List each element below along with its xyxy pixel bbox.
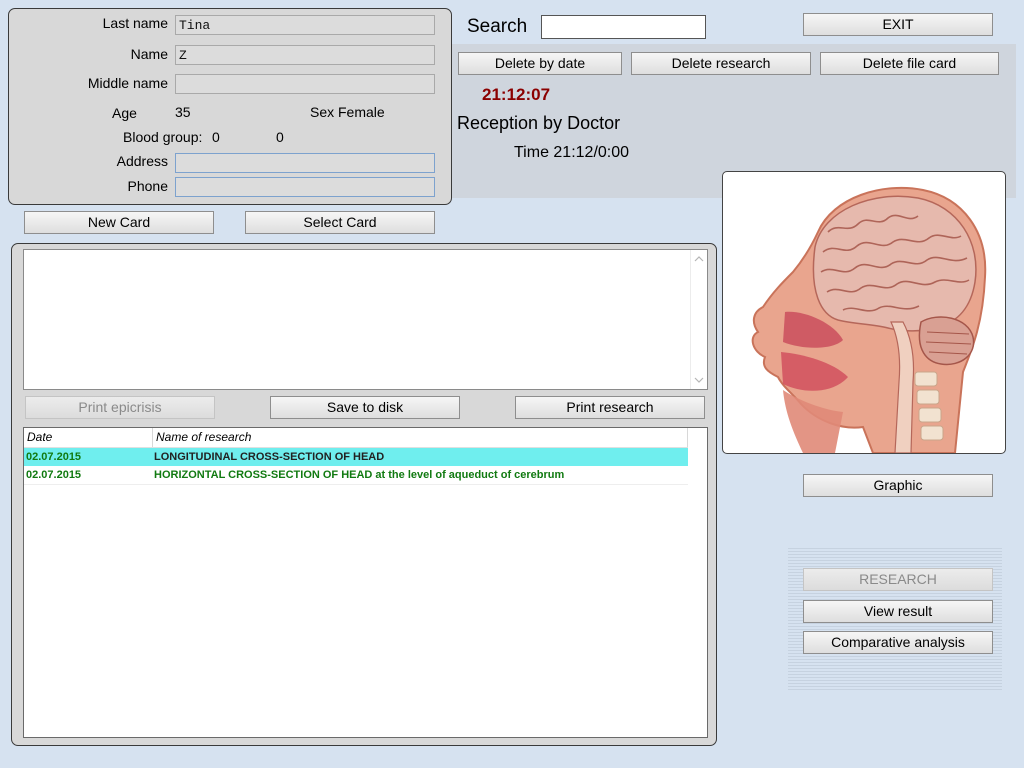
- comparative-analysis-button[interactable]: Comparative analysis: [803, 631, 993, 654]
- scroll-up-icon[interactable]: [691, 252, 707, 266]
- row-date: 02.07.2015: [26, 469, 82, 481]
- research-list[interactable]: Date Name of research 02.07.2015 LONGITU…: [23, 427, 708, 738]
- notes-scrollbar[interactable]: [690, 250, 707, 389]
- table-row[interactable]: 02.07.2015 LONGITUDINAL CROSS-SECTION OF…: [24, 448, 688, 466]
- age-value: 35: [175, 104, 191, 120]
- row-date: 02.07.2015: [26, 451, 82, 463]
- anatomy-image: [722, 171, 1006, 454]
- delete-research-button[interactable]: Delete research: [631, 52, 811, 75]
- address-field[interactable]: [175, 153, 435, 173]
- rh-factor-value: 0: [276, 129, 284, 145]
- save-to-disk-button[interactable]: Save to disk: [270, 396, 460, 419]
- graphic-button[interactable]: Graphic: [803, 474, 993, 497]
- new-card-button[interactable]: New Card: [24, 211, 214, 234]
- column-header-name[interactable]: Name of research: [153, 428, 688, 447]
- middle-name-label: Middle name: [87, 75, 168, 91]
- delete-by-date-button[interactable]: Delete by date: [458, 52, 622, 75]
- print-epicrisis-button[interactable]: Print epicrisis: [25, 396, 215, 419]
- middle-name-field[interactable]: [175, 74, 435, 94]
- search-label: Search: [467, 16, 528, 37]
- print-research-button[interactable]: Print research: [515, 396, 705, 419]
- blood-group-label: Blood group:: [123, 129, 203, 145]
- phone-field[interactable]: [175, 177, 435, 197]
- column-header-date[interactable]: Date: [24, 428, 153, 447]
- exit-button[interactable]: EXIT: [803, 13, 993, 36]
- name-field[interactable]: [175, 45, 435, 65]
- phone-label: Phone: [127, 178, 168, 194]
- sex-label: Sex: [310, 104, 335, 120]
- research-button[interactable]: RESEARCH: [803, 568, 993, 591]
- age-label: Age: [112, 105, 137, 121]
- list-header: Date Name of research: [24, 428, 688, 448]
- reception-text: Reception by Doctor: [457, 113, 621, 133]
- patient-panel: [8, 8, 452, 205]
- sex-value: Female: [338, 104, 385, 120]
- time-text: Time 21:12/0:00: [514, 144, 630, 161]
- address-label: Address: [116, 153, 168, 169]
- blood-group-value: 0: [212, 129, 220, 145]
- head-cross-section-illustration: [751, 186, 987, 453]
- view-result-button[interactable]: View result: [803, 600, 993, 623]
- clock-display: 21:12:07: [482, 85, 551, 104]
- delete-file-card-button[interactable]: Delete file card: [820, 52, 999, 75]
- last-name-label: Last name: [102, 15, 168, 31]
- table-row[interactable]: 02.07.2015 HORIZONTAL CROSS-SECTION OF H…: [24, 466, 688, 485]
- row-name: LONGITUDINAL CROSS-SECTION OF HEAD: [154, 451, 385, 463]
- select-card-button[interactable]: Select Card: [245, 211, 435, 234]
- row-name: HORIZONTAL CROSS-SECTION OF HEAD at the …: [154, 469, 565, 481]
- scroll-down-icon[interactable]: [691, 373, 707, 387]
- last-name-field[interactable]: [175, 15, 435, 35]
- search-input[interactable]: [541, 15, 706, 39]
- notes-area[interactable]: [23, 249, 708, 390]
- name-label: Name: [130, 46, 168, 62]
